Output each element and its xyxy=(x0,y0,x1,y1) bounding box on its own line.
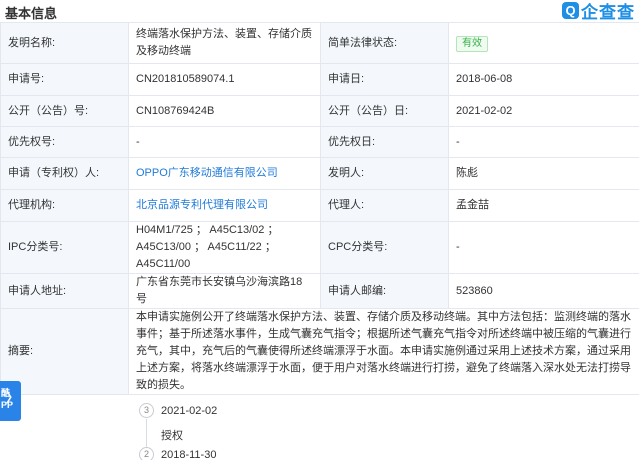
section-title: 基本信息 xyxy=(5,6,58,21)
cpc-label: CPC分类号: xyxy=(320,221,449,274)
table-row: 公开（公告）号: CN108769424B 公开（公告）日: 2021-02-0… xyxy=(0,95,639,127)
legal-timeline: 3 2021-02-02 授权 2 2018-11-30 xyxy=(135,402,435,460)
timeline-date: 2018-11-30 xyxy=(161,449,217,460)
address-value: 广东省东莞市长安镇乌沙海滨路18号 xyxy=(128,273,321,309)
priority-date-value: - xyxy=(448,126,639,158)
table-row: 代理机构: 北京品源专利代理有限公司 代理人: 孟金喆 xyxy=(0,189,639,222)
agent-label: 代理人: xyxy=(320,189,449,222)
priority-no-label: 优先权号: xyxy=(0,126,129,158)
cpc-value: - xyxy=(448,221,639,274)
timeline-step-icon: 3 xyxy=(139,403,154,418)
priority-date-label: 优先权日: xyxy=(320,126,449,158)
app-no-label: 申请号: xyxy=(0,63,129,96)
ipc-label: IPC分类号: xyxy=(0,221,129,274)
app-date-value: 2018-06-08 xyxy=(448,63,639,96)
applicant-label: 申请（专利权）人: xyxy=(0,157,129,190)
table-row: 摘要: 本申请实施例公开了终端落水保护方法、装置、存储介质及移动终端。其中方法包… xyxy=(0,308,639,395)
invention-name-label: 发明名称: xyxy=(0,22,129,64)
section-header: 基本信息 Q 企查查 xyxy=(0,0,639,22)
status-badge: 有效 xyxy=(456,35,488,52)
postcode-value: 523860 xyxy=(448,273,639,309)
table-row: 发明名称: 终端落水保护方法、装置、存储介质及移动终端 简单法律状态: 有效 xyxy=(0,22,639,64)
postcode-label: 申请人邮编: xyxy=(320,273,449,309)
invention-name-value: 终端落水保护方法、装置、存储介质及移动终端 xyxy=(128,22,321,64)
table-row: IPC分类号: H04M1/725 ； A45C13/02 ； A45C13/0… xyxy=(0,221,639,274)
agency-link[interactable]: 北京品源专利代理有限公司 xyxy=(136,199,268,211)
legal-status-label: 简单法律状态: xyxy=(320,22,449,64)
table-row: 申请人地址: 广东省东莞市长安镇乌沙海滨路18号 申请人邮编: 523860 xyxy=(0,273,639,309)
applicant-link[interactable]: OPPO广东移动通信有限公司 xyxy=(136,167,278,179)
priority-no-value: - xyxy=(128,126,321,158)
table-row: 申请（专利权）人: OPPO广东移动通信有限公司 发明人: 陈彪 xyxy=(0,157,639,190)
app-download-tab[interactable]: 酷 PP 〉 xyxy=(0,381,21,421)
app-no-value: CN201810589074.1 xyxy=(128,63,321,96)
timeline-date: 2021-02-02 xyxy=(161,405,218,417)
app-date-label: 申请日: xyxy=(320,63,449,96)
pub-date-value: 2021-02-02 xyxy=(448,95,639,127)
pub-no-value: CN108769424B xyxy=(128,95,321,127)
timeline-step-icon: 2 xyxy=(139,447,154,460)
chevron-right-icon: 〉 xyxy=(5,390,19,405)
pub-no-label: 公开（公告）号: xyxy=(0,95,129,127)
timeline-event: 授权 xyxy=(161,430,183,442)
pub-date-label: 公开（公告）日: xyxy=(320,95,449,127)
ipc-value: H04M1/725 ； A45C13/02 ； A45C13/00 ； A45C… xyxy=(128,221,321,274)
address-label: 申请人地址: xyxy=(0,273,129,309)
inventor-value: 陈彪 xyxy=(448,157,639,190)
abstract-value: 本申请实施例公开了终端落水保护方法、装置、存储介质及移动终端。其中方法包括：监测… xyxy=(128,308,639,395)
applicant-cell: OPPO广东移动通信有限公司 xyxy=(128,157,321,190)
qichacha-logo[interactable]: Q 企查查 xyxy=(562,0,635,22)
table-row: 优先权号: - 优先权日: - xyxy=(0,126,639,158)
logo-mark-icon: Q xyxy=(562,1,579,19)
table-row: 申请号: CN201810589074.1 申请日: 2018-06-08 xyxy=(0,63,639,96)
inventor-label: 发明人: xyxy=(320,157,449,190)
agency-label: 代理机构: xyxy=(0,189,129,222)
agent-value: 孟金喆 xyxy=(448,189,639,222)
legal-status-cell: 有效 xyxy=(448,22,639,64)
agency-cell: 北京品源专利代理有限公司 xyxy=(128,189,321,222)
logo-text: 企查查 xyxy=(581,2,635,22)
patent-info-table: 发明名称: 终端落水保护方法、装置、存储介质及移动终端 简单法律状态: 有效 申… xyxy=(0,22,639,395)
